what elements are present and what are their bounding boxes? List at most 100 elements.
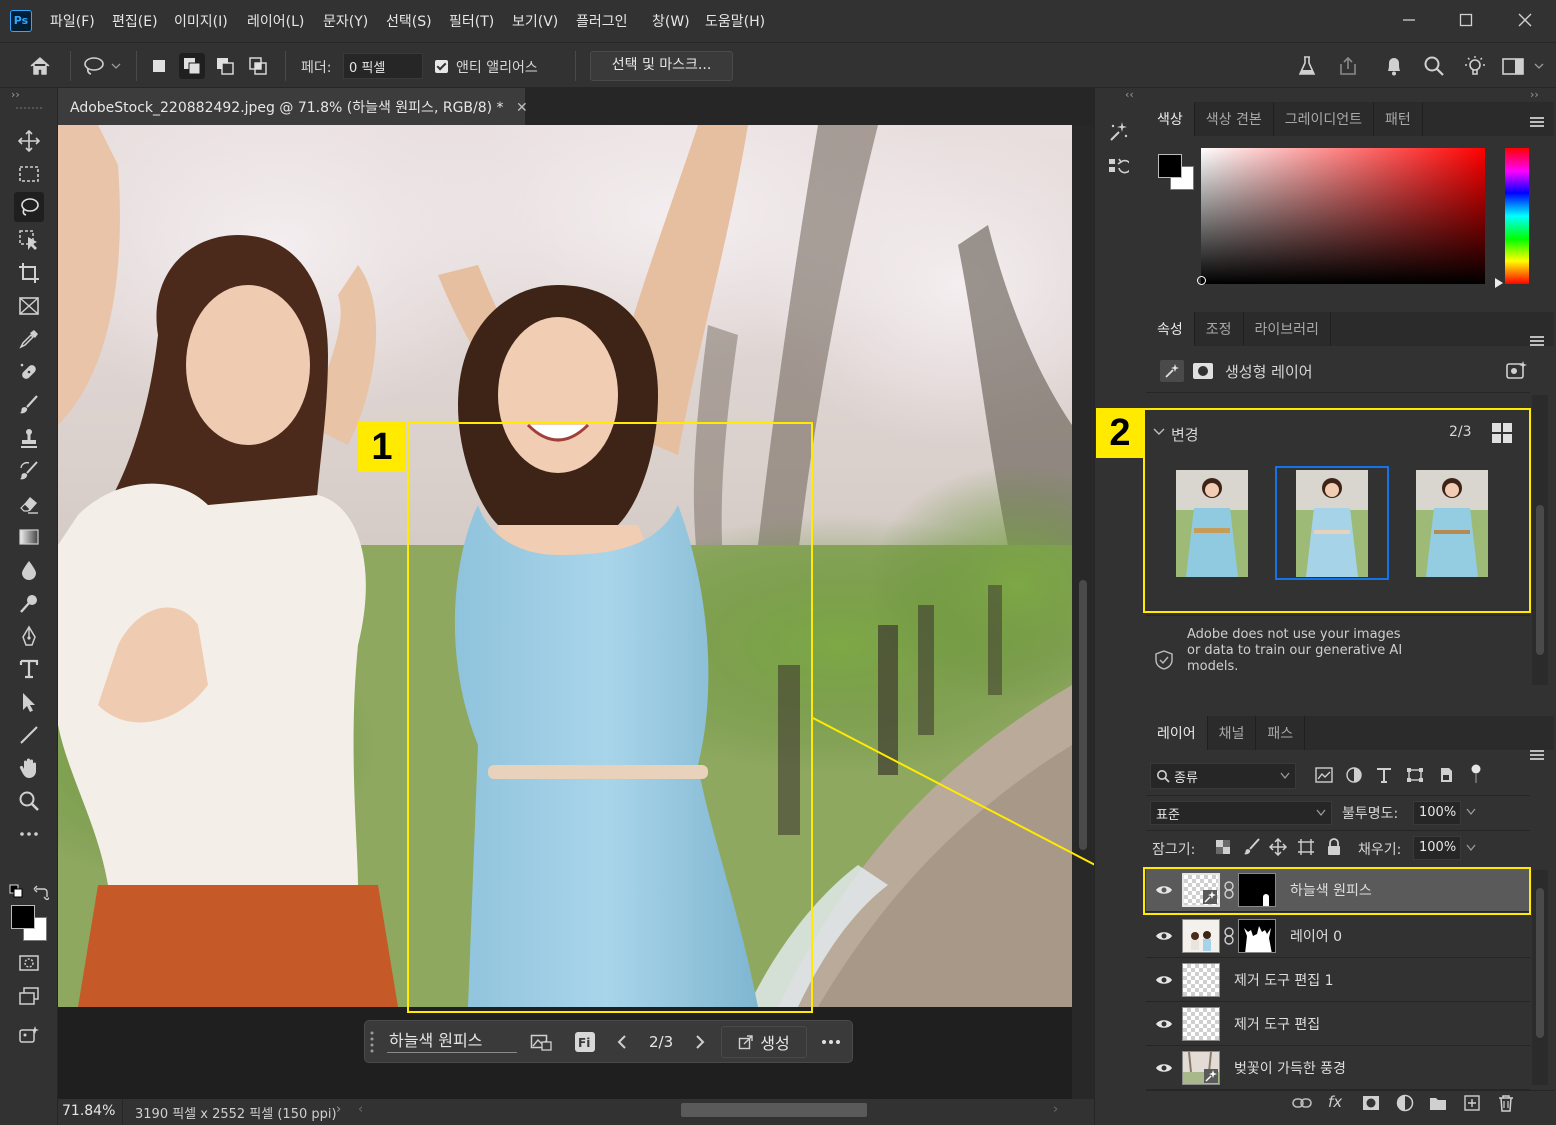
layers-scroll-thumb[interactable] xyxy=(1536,888,1544,1038)
previous-variation-button[interactable] xyxy=(609,1029,635,1055)
sparkle-brush-icon xyxy=(1110,122,1128,141)
properties-scrollbar[interactable] xyxy=(1532,395,1548,685)
tab-swatches[interactable]: 색상 견본 xyxy=(1195,102,1274,136)
layer-visibility-toggle[interactable] xyxy=(1146,974,1182,986)
color-panel-menu-icon[interactable] xyxy=(1530,117,1544,127)
prompt-text[interactable]: 하늘색 원피스 xyxy=(389,1027,482,1051)
filter-shape-layers-icon[interactable] xyxy=(1406,767,1424,783)
filter-toggle-icon[interactable] xyxy=(1470,764,1482,784)
layer-name: 제거 도구 편집 1 xyxy=(1234,972,1334,989)
tab-patterns[interactable]: 패턴 xyxy=(1374,102,1423,136)
layer-mask-thumbnail[interactable] xyxy=(1238,918,1276,953)
fill-input[interactable]: 100% xyxy=(1413,836,1461,860)
tab-gradients[interactable]: 그레이디언트 xyxy=(1274,102,1375,136)
reference-image-button[interactable] xyxy=(528,1029,554,1055)
add-mask-icon[interactable] xyxy=(1362,1095,1380,1111)
prompt-underline xyxy=(387,1052,517,1053)
tab-properties[interactable]: 속성 xyxy=(1146,312,1195,346)
generative-badge-icon xyxy=(1204,1068,1218,1083)
generate-icon xyxy=(739,1035,753,1050)
layer-visibility-toggle[interactable] xyxy=(1146,1018,1182,1030)
filter-pixel-layers-icon[interactable] xyxy=(1315,767,1333,783)
filter-smart-objects-icon[interactable] xyxy=(1438,767,1454,783)
hue-slider[interactable] xyxy=(1505,148,1529,284)
new-layer-icon[interactable] xyxy=(1464,1095,1480,1111)
layer-row-remove-edit[interactable]: 제거 도구 편집 xyxy=(1146,1002,1530,1046)
tab-layers[interactable]: 레이어 xyxy=(1146,716,1208,750)
layer-mask-icon xyxy=(1193,363,1213,379)
color-picker-marker[interactable] xyxy=(1197,276,1206,285)
eye-icon xyxy=(1156,931,1172,940)
search-icon xyxy=(1157,770,1170,783)
generative-layer-icon xyxy=(1160,360,1184,382)
document-info: 3190 픽셀 x 2552 픽셀 (150 ppi) xyxy=(135,1107,337,1122)
blend-mode-select[interactable]: 표준 xyxy=(1150,801,1332,825)
lock-all-icon[interactable] xyxy=(1327,838,1341,856)
chevron-down-icon xyxy=(1316,809,1326,817)
horizontal-scroll-thumb[interactable] xyxy=(681,1103,867,1117)
fill-chevron-down-icon[interactable] xyxy=(1466,844,1476,852)
layer-type-label: 생성형 레이어 xyxy=(1225,363,1313,381)
generate-button[interactable]: 생성 xyxy=(721,1026,807,1058)
layer-visibility-toggle[interactable] xyxy=(1146,1062,1182,1074)
scroll-left-icon[interactable]: ‹ xyxy=(358,1102,363,1117)
task-bar-more-button[interactable] xyxy=(818,1029,844,1055)
color-field[interactable] xyxy=(1197,148,1485,285)
next-variation-button[interactable] xyxy=(687,1029,713,1055)
svg-text:Fi: Fi xyxy=(578,1036,590,1050)
layer-visibility-toggle[interactable] xyxy=(1146,930,1182,942)
properties-scroll-thumb[interactable] xyxy=(1536,505,1544,655)
layer-row-cherry-blossom-scene[interactable]: 벚꽃이 가득한 풍경 xyxy=(1146,1046,1530,1090)
opacity-input[interactable]: 100% xyxy=(1413,801,1461,825)
tab-libraries[interactable]: 라이브러리 xyxy=(1244,312,1331,346)
chain-link-icon[interactable] xyxy=(1222,926,1236,945)
expand-panels-icon[interactable]: ›› xyxy=(1530,88,1539,101)
trash-icon[interactable] xyxy=(1498,1094,1514,1112)
collapse-panels-icon[interactable]: ‹‹ xyxy=(1125,88,1134,101)
opacity-chevron-down-icon[interactable] xyxy=(1466,808,1476,816)
eye-icon xyxy=(1156,975,1172,984)
tab-adjustments[interactable]: 조정 xyxy=(1195,312,1244,346)
adjustment-layer-icon[interactable] xyxy=(1396,1094,1414,1112)
eye-icon xyxy=(1156,1019,1172,1028)
tab-color[interactable]: 색상 xyxy=(1146,102,1195,136)
annotation-label-2: 2 xyxy=(1096,408,1144,458)
color-panel-tabs: 색상 색상 견본 그레이디언트 패턴 xyxy=(1146,102,1554,136)
firefly-model-button[interactable]: Fi xyxy=(572,1029,598,1055)
filter-type-layers-icon[interactable] xyxy=(1376,767,1392,783)
annotation-box-2 xyxy=(1143,408,1531,613)
layers-panel-tabs: 레이어 채널 패스 xyxy=(1146,716,1554,750)
layers-panel-menu-icon[interactable] xyxy=(1530,750,1544,760)
lock-pixels-icon[interactable] xyxy=(1243,838,1261,856)
status-menu-chevron-icon[interactable]: › xyxy=(336,1102,341,1117)
variation-counter: 2/3 xyxy=(649,1033,674,1051)
hue-slider-handle-icon[interactable] xyxy=(1494,277,1504,289)
tab-paths[interactable]: 패스 xyxy=(1256,716,1306,750)
lock-label: 잠그기: xyxy=(1152,842,1196,858)
layer-row-remove-edit-1[interactable]: 제거 도구 편집 1 xyxy=(1146,958,1530,1002)
properties-panel-menu-icon[interactable] xyxy=(1530,336,1544,346)
history-panel-button[interactable] xyxy=(1105,154,1131,180)
tab-channels[interactable]: 채널 xyxy=(1208,716,1257,750)
drag-handle-icon[interactable] xyxy=(369,1029,375,1055)
layer-name: 레이어 0 xyxy=(1290,928,1342,945)
scroll-right-icon[interactable]: › xyxy=(1053,1102,1058,1117)
layer-name: 벚꽃이 가득한 풍경 xyxy=(1234,1060,1346,1077)
lock-artboard-icon[interactable] xyxy=(1297,838,1315,856)
generative-panel-button[interactable] xyxy=(1105,118,1131,144)
layer-filter-kind[interactable]: 종류 xyxy=(1150,763,1296,789)
layers-scrollbar[interactable] xyxy=(1532,870,1548,1085)
layer-row-layer-0[interactable]: 레이어 0 xyxy=(1146,914,1530,958)
generate-similar-icon[interactable] xyxy=(1505,360,1529,382)
zoom-level[interactable]: 71.84% xyxy=(62,1103,115,1119)
layer-effects-icon[interactable]: fx xyxy=(1328,1093,1342,1111)
properties-panel-tabs: 속성 조정 라이브러리 xyxy=(1146,312,1554,346)
panel-foreground-swatch[interactable] xyxy=(1158,154,1182,178)
lock-transparency-icon[interactable] xyxy=(1216,840,1230,854)
lock-position-icon[interactable] xyxy=(1269,838,1287,856)
new-group-icon[interactable] xyxy=(1429,1095,1447,1111)
layer-name: 제거 도구 편집 xyxy=(1234,1016,1321,1033)
filter-adjustment-layers-icon[interactable] xyxy=(1346,767,1362,783)
panel-icon-strip: ‹‹ xyxy=(1094,88,1144,1125)
link-layers-icon[interactable] xyxy=(1292,1096,1312,1110)
